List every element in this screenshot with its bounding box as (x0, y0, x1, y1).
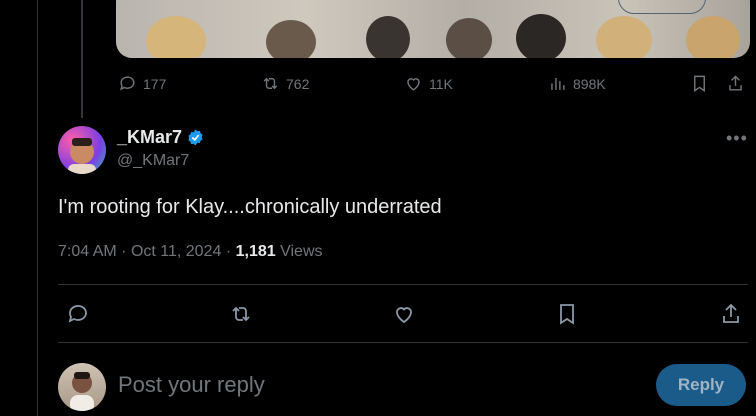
parent-like-stat[interactable]: 11K (404, 74, 453, 93)
bookmark-icon (560, 304, 574, 325)
tweet-time[interactable]: 7:04 AM (58, 243, 117, 260)
parent-views-count: 898K (573, 75, 606, 92)
heart-icon (396, 307, 412, 324)
views-count: 1,181 (235, 243, 276, 260)
divider (58, 284, 748, 285)
parent-views-stat[interactable]: 898K (548, 74, 606, 93)
author-handle[interactable]: @_KMar7 (117, 152, 189, 170)
parent-repost-count: 762 (286, 75, 310, 92)
share-icon (723, 303, 739, 323)
tweet-meta: 7:04 AM · Oct 11, 2024 · 1,181 Views (58, 243, 323, 261)
meta-separator: · (225, 243, 236, 260)
author-avatar-image (68, 138, 96, 174)
like-button[interactable] (392, 302, 416, 326)
tweet-date[interactable]: Oct 11, 2024 (131, 243, 221, 260)
reply-button[interactable] (66, 302, 90, 326)
parent-reply-count: 177 (143, 75, 167, 92)
repost-icon (232, 306, 250, 322)
reply-icon (120, 76, 135, 91)
reply-input[interactable]: Post your reply (118, 372, 265, 398)
reply-icon (68, 305, 87, 323)
verified-badge-icon (188, 129, 203, 146)
author-avatar[interactable] (58, 126, 106, 174)
author-display-name[interactable]: _KMar7 (117, 127, 205, 148)
bookmark-button[interactable] (555, 302, 579, 326)
author-name-text: _KMar7 (117, 127, 183, 147)
share-button[interactable] (719, 302, 743, 326)
parent-repost-stat[interactable]: 762 (261, 74, 309, 93)
more-icon[interactable]: ••• (726, 128, 748, 149)
bookmark-icon (694, 75, 705, 92)
divider (58, 342, 748, 343)
views-icon (551, 77, 565, 90)
parent-share-button[interactable] (726, 74, 745, 93)
share-icon (729, 75, 742, 91)
thread-connector-line (81, 0, 83, 118)
parent-tweet-media-pill-button[interactable] (618, 0, 706, 14)
meta-separator: · (121, 243, 131, 260)
timeline-left-border (37, 0, 38, 416)
current-user-avatar-image (70, 372, 94, 411)
tweet-text: I'm rooting for Klay....chronically unde… (58, 196, 442, 218)
views-label: Views (280, 243, 323, 260)
reply-submit-button[interactable]: Reply (656, 364, 746, 406)
repost-icon (263, 77, 278, 90)
parent-bookmark-button[interactable] (690, 74, 709, 93)
parent-reply-stat[interactable]: 177 (118, 74, 166, 93)
repost-button[interactable] (229, 302, 253, 326)
heart-icon (407, 78, 420, 91)
current-user-avatar[interactable] (58, 363, 106, 411)
parent-like-count: 11K (429, 75, 453, 92)
